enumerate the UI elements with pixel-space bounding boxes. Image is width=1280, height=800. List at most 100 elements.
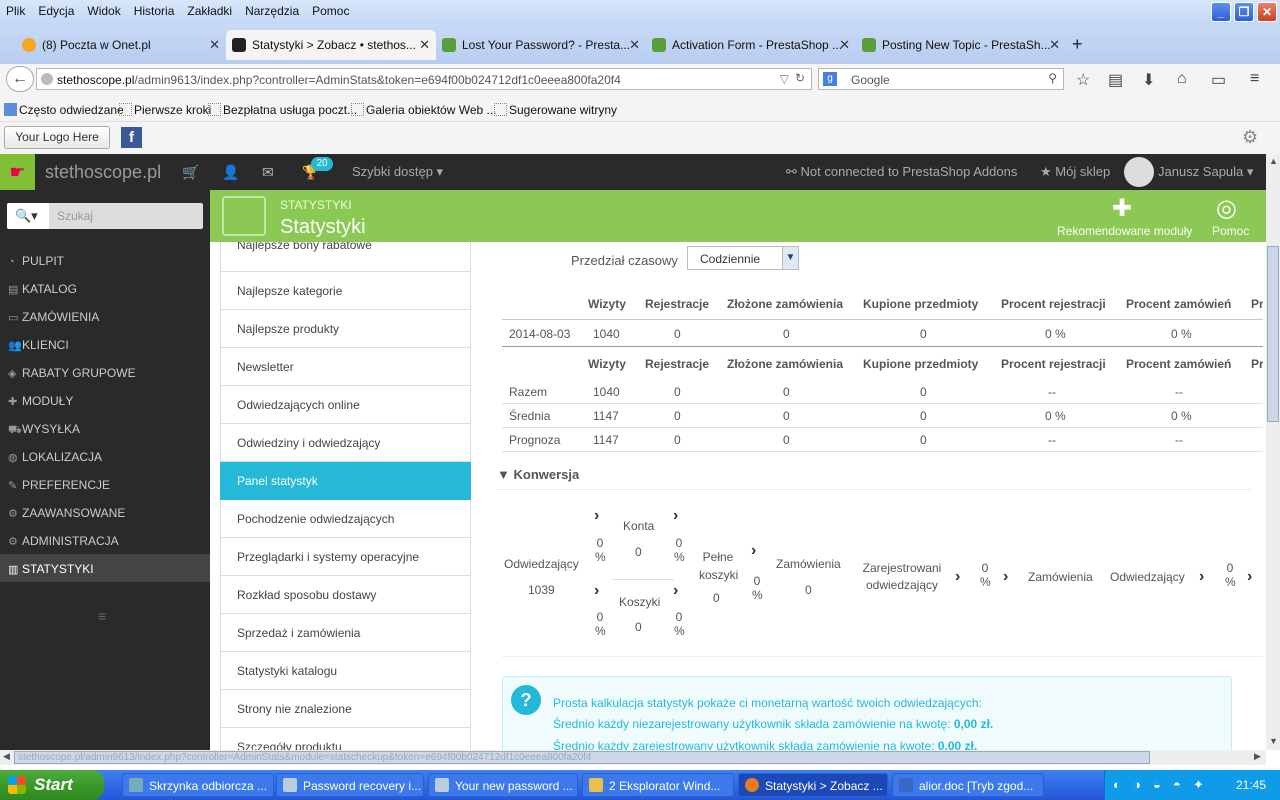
scroll-up-icon[interactable]: ▲ xyxy=(1269,156,1278,166)
stats-menu-item[interactable]: Odwiedziny i odwiedzający xyxy=(220,424,471,462)
update-icon[interactable]: ◓ xyxy=(1173,777,1181,792)
tab-statystyki[interactable]: Statystyki > Zobacz • stethos... ✕ xyxy=(226,30,436,60)
sidebar-search-input[interactable]: Szukaj xyxy=(57,209,93,223)
wifi-icon[interactable]: ✦ xyxy=(1193,777,1204,793)
menu-view[interactable]: Widok xyxy=(87,4,120,18)
star-icon[interactable]: ☆ xyxy=(1076,70,1090,90)
menu-history[interactable]: Historia xyxy=(134,4,175,18)
tab-posting-topic[interactable]: Posting New Topic - PrestaSh... ✕ xyxy=(856,30,1066,60)
start-button[interactable]: Start xyxy=(0,770,104,800)
scrollbar-thumb[interactable] xyxy=(1267,246,1279,422)
stats-menu-item[interactable]: Szczegóły produktu xyxy=(220,728,471,750)
new-tab-button[interactable]: + xyxy=(1072,34,1083,55)
network-icon[interactable]: ◐ xyxy=(1113,777,1121,792)
taskbar-item[interactable]: Your new password ... xyxy=(428,773,578,797)
stats-menu-item[interactable]: Najlepsze produkty xyxy=(220,310,471,348)
user-menu[interactable]: Janusz Sapula ▾ xyxy=(1158,164,1253,180)
sidebar-item-zaawansowane[interactable]: ⚙ ZAAWANSOWANE xyxy=(0,498,210,526)
maximize-button[interactable]: ❐ xyxy=(1234,2,1254,22)
stats-menu-item[interactable]: Przeglądarki i systemy operacyjne xyxy=(220,538,471,576)
taskbar-item[interactable]: Password recovery i... xyxy=(276,773,424,797)
close-tab-icon[interactable]: ✕ xyxy=(209,37,220,53)
volume-icon[interactable]: ◑ xyxy=(1133,777,1141,792)
stats-menu-item[interactable]: Strony nie znalezione xyxy=(220,690,471,728)
menu-icon[interactable]: ≡ xyxy=(1250,70,1259,88)
reload-icon[interactable]: ↻ xyxy=(795,71,805,85)
prestashop-logo-icon[interactable]: ☛ xyxy=(0,154,35,190)
shop-name[interactable]: stethoscope.pl xyxy=(45,162,161,183)
quick-access-dropdown[interactable]: Szybki dostęp ▾ xyxy=(352,164,443,180)
my-shop-link[interactable]: ★ Mój sklep xyxy=(1040,164,1110,180)
sidebar-item-statystyki[interactable]: ▥ STATYSTYKI xyxy=(0,554,210,582)
back-button[interactable]: ← xyxy=(6,66,34,92)
sidebar-item-preferencje[interactable]: ✎ PREFERENCJE xyxy=(0,470,210,498)
cart-icon[interactable]: 🛒 xyxy=(182,164,199,181)
menu-tools[interactable]: Narzędzia xyxy=(245,4,299,18)
help-lifebuoy-icon[interactable]: ◎ xyxy=(1216,194,1237,223)
menu-edit[interactable]: Edycja xyxy=(38,4,74,18)
breadcrumb[interactable]: STATYSTYKI xyxy=(280,198,352,212)
sidebar-item-rabaty[interactable]: ◈ RABATY GRUPOWE xyxy=(0,358,210,386)
sidebar-item-administracja[interactable]: ⚙ ADMINISTRACJA xyxy=(0,526,210,554)
search-icon[interactable]: ⚲ xyxy=(1048,71,1057,85)
puzzle-icon[interactable]: ✚ xyxy=(1112,194,1132,223)
dropdown-arrow-icon[interactable]: ▽ xyxy=(780,72,789,86)
facebook-icon[interactable]: f xyxy=(121,127,142,148)
close-window-button[interactable]: ✕ xyxy=(1257,2,1277,22)
sidebar-item-katalog[interactable]: ▤ KATALOG xyxy=(0,274,210,302)
collapse-sidebar-icon[interactable]: ≡ xyxy=(98,608,106,624)
close-tab-icon[interactable]: ✕ xyxy=(419,37,430,53)
stats-menu-item[interactable]: Najlepsze bony rabatowe xyxy=(220,242,471,272)
minimize-button[interactable]: _ xyxy=(1211,2,1231,22)
settings-gear-icon[interactable]: ⚙ xyxy=(1242,127,1258,148)
home-icon[interactable]: ⌂ xyxy=(1177,70,1187,88)
stats-menu-item[interactable]: Najlepsze kategorie xyxy=(220,272,471,310)
close-tab-icon[interactable]: ✕ xyxy=(1049,37,1060,53)
user-icon[interactable]: 👤 xyxy=(222,164,239,181)
stats-menu-item[interactable]: Newsletter xyxy=(220,348,471,386)
addons-status[interactable]: ⚯ Not connected to PrestaShop Addons xyxy=(786,164,1017,180)
scroll-right-icon[interactable]: ▶ xyxy=(1254,751,1261,762)
your-logo-button[interactable]: Your Logo Here xyxy=(4,126,110,149)
taskbar-item-active[interactable]: Statystyki > Zobacz ... xyxy=(738,773,888,797)
search-dropdown-button[interactable]: 🔍▾ xyxy=(7,203,49,229)
sidebar-item-wysylka[interactable]: ⛟WYSYŁKA xyxy=(0,414,210,442)
stats-menu-item[interactable]: Statystyki katalogu xyxy=(220,652,471,690)
bookmarks-list-icon[interactable]: ▤ xyxy=(1108,70,1123,90)
sidebar-item-pulpit[interactable]: ◔ PULPIT xyxy=(0,246,210,274)
tab-activation-form[interactable]: Activation Form - PrestaShop ... ✕ xyxy=(646,30,856,60)
vertical-scrollbar[interactable]: ▲ ▼ xyxy=(1266,154,1280,750)
sidebar-item-klienci[interactable]: 👥KLIENCI xyxy=(0,330,210,358)
recommended-modules-button[interactable]: Rekomendowane moduły xyxy=(1057,224,1192,238)
sidebar-item-zamowienia[interactable]: ▭ ZAMÓWIENIA xyxy=(0,302,210,330)
sidebar-item-moduly[interactable]: ✚ MODUŁY xyxy=(0,386,210,414)
stats-menu-item-active[interactable]: Panel statystyk xyxy=(220,462,471,500)
sidebar-item-lokalizacja[interactable]: ◍ LOKALIZACJA xyxy=(0,442,210,470)
bookmark-item[interactable]: Galeria obiektów Web ... xyxy=(351,103,497,117)
close-tab-icon[interactable]: ✕ xyxy=(839,37,850,53)
avatar[interactable] xyxy=(1124,157,1154,187)
bookmark-item[interactable]: Bezpłatna usługa poczt... xyxy=(208,103,357,117)
tab-lost-password[interactable]: Lost Your Password? - Presta... ✕ xyxy=(436,30,646,60)
scroll-left-icon[interactable]: ◀ xyxy=(3,751,10,762)
mail-icon[interactable]: ✉ xyxy=(262,164,274,181)
range-select[interactable]: Codziennie ▼ xyxy=(687,246,799,270)
stats-menu-item[interactable]: Pochodzenie odwiedzających xyxy=(220,500,471,538)
url-bar[interactable]: stethoscope.pl/admin9613/index.php?contr… xyxy=(36,68,812,90)
scroll-down-icon[interactable]: ▼ xyxy=(1269,736,1278,746)
clock[interactable]: 21:45 xyxy=(1236,778,1266,792)
bookmark-item[interactable]: Pierwsze kroki xyxy=(119,103,211,117)
help-button[interactable]: Pomoc xyxy=(1212,224,1249,238)
stats-menu-item[interactable]: Odwiedzających online xyxy=(220,386,471,424)
taskbar-item[interactable]: alior.doc [Tryb zgod... xyxy=(892,773,1044,797)
stats-menu-item[interactable]: Sprzedaż i zamówienia xyxy=(220,614,471,652)
window-icon[interactable]: ▭ xyxy=(1211,70,1226,90)
close-tab-icon[interactable]: ✕ xyxy=(629,37,640,53)
tab-onet[interactable]: (8) Poczta w Onet.pl ✕ xyxy=(16,30,226,60)
security-icon[interactable]: ◒ xyxy=(1153,777,1161,792)
taskbar-item[interactable]: Skrzynka odbiorcza ... xyxy=(122,773,274,797)
menu-bookmarks[interactable]: Zakładki xyxy=(187,4,232,18)
menu-file[interactable]: Plik xyxy=(6,4,25,18)
bookmark-item[interactable]: Często odwiedzane xyxy=(4,103,124,117)
download-icon[interactable]: ⬇ xyxy=(1142,70,1155,90)
